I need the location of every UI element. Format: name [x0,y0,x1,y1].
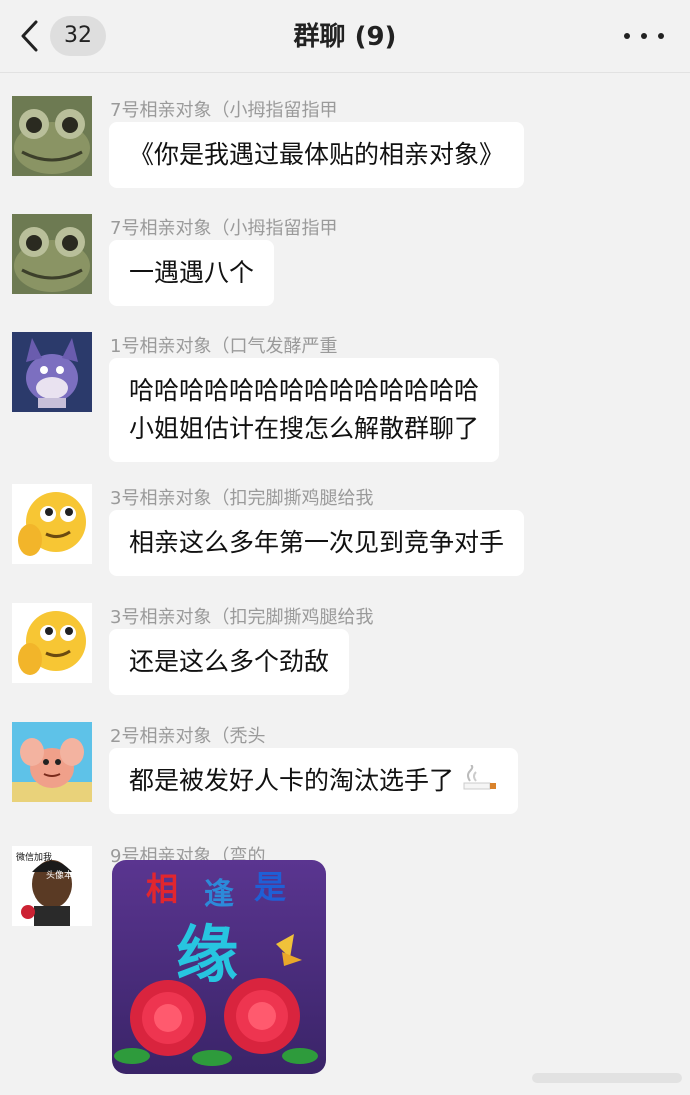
emoji-avatar[interactable] [12,603,92,683]
sticker-image[interactable]: 相 逢 是 缘 [112,860,326,1074]
message-text: 一遇遇八个 [129,258,255,287]
message-bubble[interactable]: 哈哈哈哈哈哈哈哈哈哈哈哈哈哈 小姐姐估计在搜怎么解散群聊了 [109,358,500,462]
message-bubble[interactable]: 相亲这么多年第一次见到竞争对手 [109,510,525,576]
message-text: 小姐姐估计在搜怎么解散群聊了 [129,414,480,443]
sender-name: 7号相亲对象（小拇指留指甲 [110,100,338,121]
sticker-text: 逢 [204,877,234,912]
sender-name: 7号相亲对象（小拇指留指甲 [110,218,338,239]
man-avatar[interactable]: 微信加我 头像本人 [12,846,92,926]
frog-avatar[interactable] [12,96,92,176]
chat-header: 32 群聊 (9) [0,0,690,73]
sender-name: 3号相亲对象（扣完脚撕鸡腿给我 [110,488,374,509]
message-bubble[interactable]: 《你是我遇过最体贴的相亲对象》 [109,122,525,188]
frog-avatar[interactable] [12,214,92,294]
sender-name: 1号相亲对象（口气发酵严重 [110,336,338,357]
message-bubble[interactable]: 都是被发好人卡的淘汰选手了 [109,748,518,814]
emoji-avatar[interactable] [12,484,92,564]
avatar-caption: 微信加我 [16,851,52,863]
sticker-text: 相 [146,870,178,908]
sender-name: 3号相亲对象（扣完脚撕鸡腿给我 [110,607,374,628]
more-dots-icon [624,33,630,39]
scroll-indicator [532,1069,682,1087]
cat-avatar[interactable] [12,332,92,412]
sticker-text: 是 [254,868,286,906]
starfish-avatar[interactable] [12,722,92,802]
more-button[interactable] [624,22,664,50]
sticker-text: 缘 [176,918,238,991]
unread-badge: 32 [50,16,106,56]
message-bubble[interactable]: 一遇遇八个 [109,240,275,306]
message-text: 相亲这么多年第一次见到竞争对手 [129,528,505,557]
sender-name: 2号相亲对象（秃头 [110,726,266,747]
message-text: 都是被发好人卡的淘汰选手了 [129,762,498,800]
cigarette-icon [463,764,496,790]
back-button[interactable]: 32 [18,14,118,58]
message-text: 《你是我遇过最体贴的相亲对象》 [129,140,505,169]
message-bubble[interactable]: 还是这么多个劲敌 [109,629,350,695]
avatar-caption: 头像本人 [46,869,82,881]
message-text: 还是这么多个劲敌 [129,647,330,676]
chevron-left-icon [21,20,38,52]
message-text: 哈哈哈哈哈哈哈哈哈哈哈哈哈哈 [129,376,480,405]
